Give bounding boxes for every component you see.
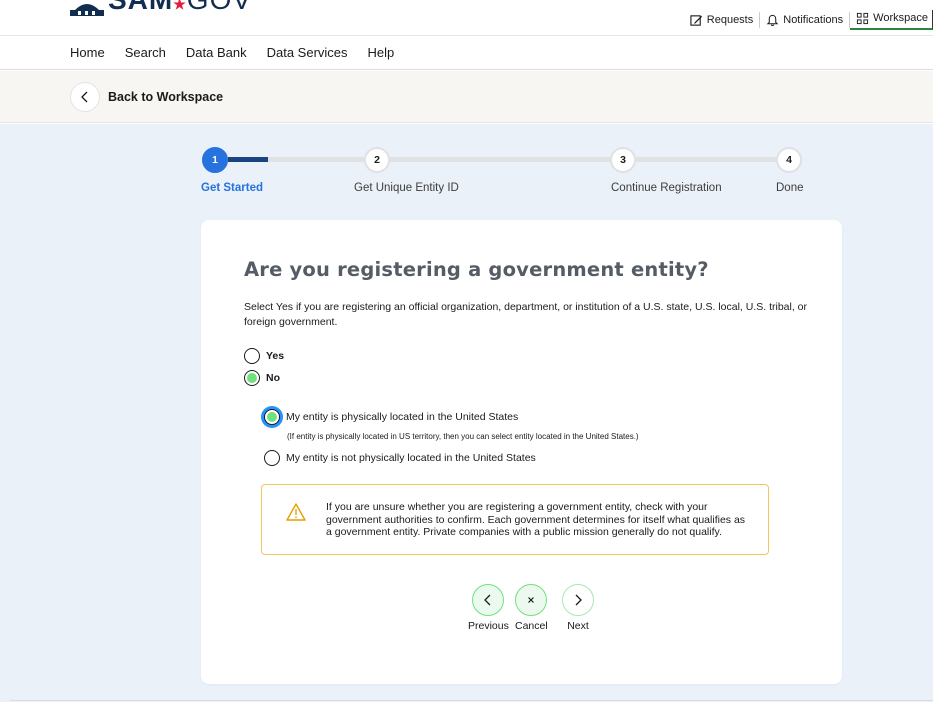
located-in-us-label: My entity is physically located in the U… — [286, 411, 519, 423]
registration-stepper: 1 2 3 4 Get Started Get Unique Entity ID… — [0, 124, 933, 214]
page-description: Select Yes if you are registering an off… — [244, 301, 808, 328]
workspace-label: Workspace — [873, 12, 928, 24]
footer-divider — [10, 700, 933, 701]
capitol-emblem-icon — [70, 4, 104, 16]
no-radio-dot — [244, 370, 260, 386]
not-located-in-us-radio-dot — [264, 450, 280, 466]
yes-radio[interactable]: Yes — [244, 348, 284, 364]
nav-item-home[interactable]: Home — [70, 45, 105, 60]
step-track-3 — [636, 157, 776, 162]
bell-icon — [766, 14, 779, 26]
chevron-left-icon — [484, 594, 491, 606]
chevron-left-icon — [81, 91, 88, 102]
step-1-label: Get Started — [201, 182, 263, 194]
us-territory-note: (If entity is physically located in US t… — [287, 432, 639, 441]
grid-icon — [857, 12, 869, 24]
step-1-circle: 1 — [202, 147, 228, 173]
sam-gov-logo[interactable]: SAM★GOV — [70, 0, 252, 18]
cancel-button[interactable]: Cancel — [515, 584, 548, 632]
previous-button[interactable]: Previous — [468, 584, 509, 632]
main-content: 1 2 3 4 Get Started Get Unique Entity ID… — [0, 124, 933, 702]
warning-alert-text: If you are unsure whether you are regist… — [326, 501, 746, 538]
previous-label: Previous — [468, 620, 509, 632]
back-bar: Back to Workspace — [0, 71, 933, 123]
requests-label: Requests — [706, 14, 754, 26]
back-button[interactable] — [70, 81, 100, 112]
edit-icon — [690, 14, 702, 26]
next-circle — [562, 584, 594, 616]
nav-item-data-services[interactable]: Data Services — [267, 45, 348, 60]
top-bar: SAM★GOV Requests Notifications Workspace — [0, 0, 933, 36]
cancel-label: Cancel — [515, 620, 548, 632]
nav-item-data-bank[interactable]: Data Bank — [186, 45, 247, 60]
located-in-us-radio-dot — [264, 409, 280, 425]
located-in-us-radio[interactable]: My entity is physically located in the U… — [264, 409, 518, 425]
logo-suffix-text: GOV — [187, 0, 252, 15]
yes-radio-label: Yes — [266, 350, 285, 362]
not-located-in-us-label: My entity is not physically located in t… — [286, 452, 536, 464]
nav-item-help[interactable]: Help — [368, 45, 395, 60]
not-located-in-us-radio[interactable]: My entity is not physically located in t… — [264, 450, 536, 466]
step-2-circle: 2 — [364, 147, 390, 173]
cancel-circle — [515, 584, 548, 616]
next-button[interactable]: Next — [562, 584, 594, 632]
step-3-label: Continue Registration — [611, 182, 722, 194]
previous-circle — [472, 584, 505, 616]
no-radio[interactable]: No — [244, 370, 280, 386]
close-icon — [528, 597, 535, 603]
logo-star-icon: ★ — [173, 0, 187, 12]
back-to-workspace-link[interactable]: Back to Workspace — [108, 90, 223, 104]
notifications-label: Notifications — [783, 14, 844, 26]
main-nav: Home Search Data Bank Data Services Help — [0, 36, 933, 70]
registration-card: Are you registering a government entity?… — [201, 220, 842, 684]
warning-alert: If you are unsure whether you are regist… — [261, 484, 769, 555]
logo-main-text: SAM — [108, 0, 173, 15]
chevron-right-icon — [575, 594, 582, 606]
no-radio-label: No — [266, 372, 280, 384]
step-3-circle: 3 — [610, 147, 636, 173]
warning-icon — [286, 503, 306, 521]
step-track-1-progress — [228, 157, 268, 162]
step-2-label: Get Unique Entity ID — [354, 182, 459, 194]
step-track-2 — [390, 157, 610, 162]
workspace-link[interactable]: Workspace — [850, 10, 933, 30]
step-4-label: Done — [776, 182, 804, 194]
yes-radio-dot — [244, 348, 260, 364]
requests-link[interactable]: Requests — [684, 12, 761, 28]
page-title: Are you registering a government entity? — [244, 258, 709, 281]
next-label: Next — [567, 620, 589, 632]
nav-item-search[interactable]: Search — [125, 45, 166, 60]
step-4-circle: 4 — [776, 147, 802, 173]
utility-menu: Requests Notifications Workspace — [684, 10, 933, 30]
notifications-link[interactable]: Notifications — [760, 12, 851, 28]
